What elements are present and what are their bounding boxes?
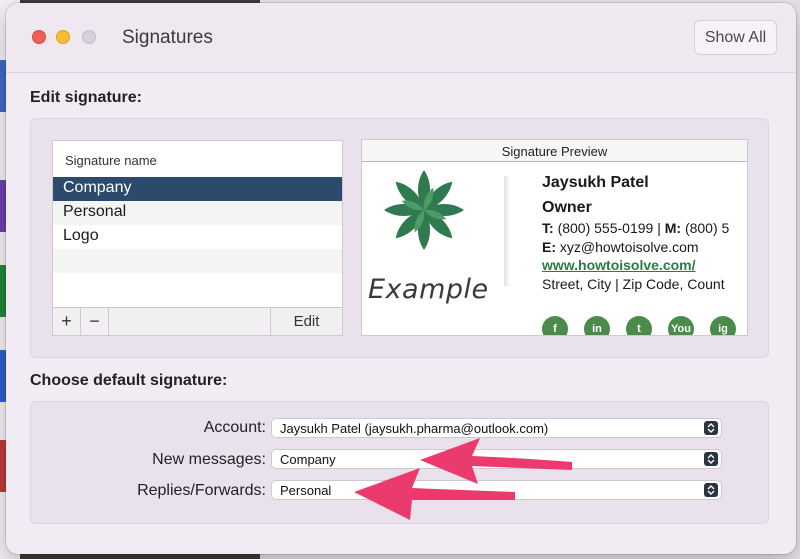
title-bar: Signatures Show All xyxy=(6,3,796,73)
email-value: xyz@howtoisolve.com xyxy=(559,239,699,255)
signature-preview: Signature Preview Example Jaysukh Patel … xyxy=(361,139,748,336)
new-messages-popup[interactable]: Company xyxy=(271,449,722,469)
edit-signature-button[interactable]: Edit xyxy=(270,308,342,335)
signature-list-empty-row xyxy=(53,273,342,297)
youtube-icon[interactable]: You xyxy=(668,316,694,335)
chevron-updown-icon xyxy=(704,452,718,466)
linkedin-icon[interactable]: in xyxy=(584,316,610,335)
contact-website-link[interactable]: www.howtoisolve.com/ xyxy=(542,257,729,273)
signatures-window: Signatures Show All Edit signature: Sign… xyxy=(6,3,796,554)
signature-list-header: Signature name xyxy=(65,153,157,168)
signature-list: Signature name Company Personal Logo + −… xyxy=(52,140,343,336)
signature-list-toolbar: + − Edit xyxy=(53,307,342,335)
replies-forwards-label: Replies/Forwards: xyxy=(137,482,266,499)
logo-divider xyxy=(504,176,510,286)
signature-preview-header: Signature Preview xyxy=(362,140,747,162)
contact-email: E: xyz@howtoisolve.com xyxy=(542,239,729,255)
new-messages-label: New messages: xyxy=(152,451,266,468)
signature-list-empty-row xyxy=(53,249,342,273)
default-signature-heading: Choose default signature: xyxy=(30,372,228,389)
logo-text: Example xyxy=(368,274,489,305)
chevron-updown-icon xyxy=(704,483,718,497)
instagram-icon[interactable]: ig xyxy=(710,316,736,335)
edit-signature-heading: Edit signature: xyxy=(30,89,143,106)
new-messages-popup-value: Company xyxy=(280,452,336,467)
close-window-button[interactable] xyxy=(32,30,46,44)
account-popup-value: Jaysukh Patel (jaysukh.pharma@outlook.co… xyxy=(280,421,549,436)
signature-item-logo[interactable]: Logo xyxy=(53,225,342,249)
signature-item-personal[interactable]: Personal xyxy=(53,201,342,225)
leaf-logo-icon xyxy=(384,170,464,250)
email-label: E: xyxy=(542,239,556,255)
contact-role: Owner xyxy=(542,199,592,216)
replies-forwards-popup-value: Personal xyxy=(280,483,332,498)
replies-forwards-popup[interactable]: Personal xyxy=(271,480,722,500)
window-title: Signatures xyxy=(122,27,213,48)
signature-contact-block: Jaysukh Patel Owner T: (800) 555-0199 | … xyxy=(542,174,729,292)
phone-t-value: (800) 555-0199 | xyxy=(557,220,661,236)
chevron-updown-icon xyxy=(704,421,718,435)
add-signature-button[interactable]: + xyxy=(53,308,81,335)
phone-t-label: T: xyxy=(542,220,554,236)
contact-name: Jaysukh Patel xyxy=(542,174,649,191)
contact-address: Street, City | Zip Code, Count xyxy=(542,276,725,292)
account-popup[interactable]: Jaysukh Patel (jaysukh.pharma@outlook.co… xyxy=(271,418,722,438)
signature-item-company[interactable]: Company xyxy=(53,177,342,201)
account-label: Account: xyxy=(203,419,266,436)
remove-signature-button[interactable]: − xyxy=(81,308,109,335)
phone-m-value: (800) 5 xyxy=(684,220,730,236)
show-all-button[interactable]: Show All xyxy=(694,20,777,55)
contact-phone: T: (800) 555-0199 | M: (800) 5 xyxy=(542,220,729,236)
phone-m-label: M: xyxy=(664,220,682,236)
social-icons: f in t You ig xyxy=(542,316,736,335)
minimize-window-button[interactable] xyxy=(56,30,70,44)
facebook-icon[interactable]: f xyxy=(542,316,568,335)
zoom-window-button[interactable] xyxy=(82,30,96,44)
signature-logo: Example xyxy=(362,162,507,335)
twitter-icon[interactable]: t xyxy=(626,316,652,335)
